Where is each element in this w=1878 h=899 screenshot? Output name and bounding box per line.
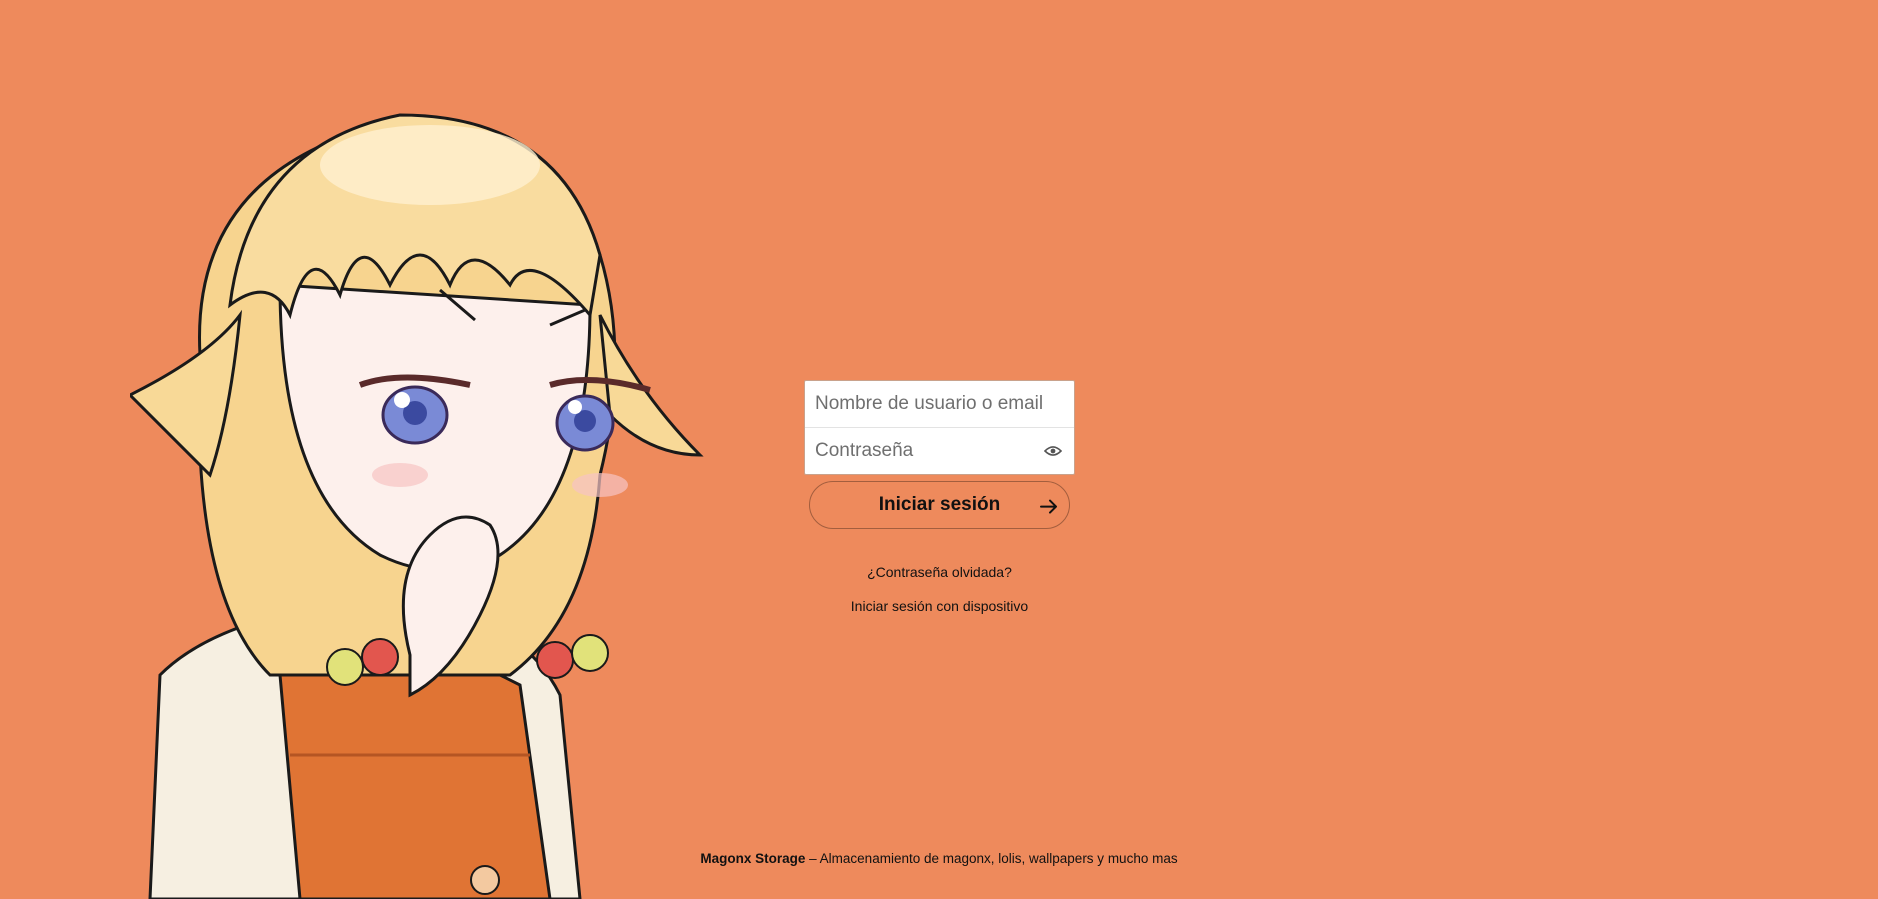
password-field-wrapper	[805, 427, 1074, 474]
footer-brand: Magonx Storage	[700, 851, 806, 866]
login-form: Iniciar sesión ¿Contraseña olvidada? Ini…	[804, 380, 1075, 615]
eye-icon[interactable]	[1044, 445, 1062, 457]
arrow-right-icon	[1040, 499, 1057, 514]
login-submit-label: Iniciar sesión	[878, 494, 1001, 515]
forgot-password-link[interactable]: ¿Contraseña olvidada?	[804, 563, 1075, 581]
credentials-field-group	[804, 380, 1075, 475]
password-input[interactable]	[805, 428, 1074, 474]
background-anime-illustration	[130, 113, 704, 899]
login-submit-button[interactable]: Iniciar sesión	[809, 481, 1070, 529]
username-input[interactable]	[805, 381, 1074, 427]
auth-links: ¿Contraseña olvidada? Iniciar sesión con…	[804, 563, 1075, 615]
username-field-wrapper	[805, 381, 1074, 427]
device-login-link[interactable]: Iniciar sesión con dispositivo	[804, 597, 1075, 615]
footer-separator: –	[805, 851, 820, 866]
footer-tagline: Almacenamiento de magonx, lolis, wallpap…	[819, 851, 1178, 866]
footer: Magonx Storage – Almacenamiento de magon…	[0, 851, 1878, 866]
